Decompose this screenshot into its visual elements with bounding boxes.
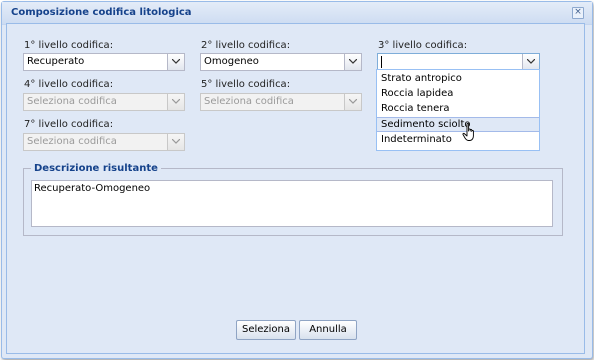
dropdown-option-hovered[interactable]: Sedimento sciolto	[377, 117, 539, 132]
level7-placeholder: Seleziona codifica	[27, 136, 117, 147]
level5-placeholder: Seleziona codifica	[204, 96, 294, 107]
close-icon[interactable]: ×	[572, 7, 584, 19]
level1-value: Recuperato	[27, 56, 85, 67]
dropdown-option[interactable]: Roccia tenera	[377, 102, 539, 117]
description-legend: Descrizione risultante	[31, 163, 161, 174]
chevron-down-icon	[167, 134, 184, 150]
level3-label: 3° livello codifica:	[378, 40, 468, 51]
chevron-down-icon[interactable]	[522, 54, 539, 70]
dialog-title: Composizione codifica litologica	[11, 7, 192, 18]
description-textarea[interactable]: Recuperato-Omogeneo	[31, 180, 553, 227]
text-caret	[381, 56, 382, 68]
level2-label: 2° livello codifica:	[201, 40, 291, 51]
cancel-button[interactable]: Annulla	[299, 320, 357, 340]
level7-combo: Seleziona codifica	[23, 133, 185, 151]
level1-combo[interactable]: Recuperato	[23, 53, 185, 71]
chevron-down-icon[interactable]	[344, 54, 361, 70]
select-button[interactable]: Seleziona	[236, 320, 296, 340]
level4-label: 4° livello codifica:	[24, 79, 114, 90]
chevron-down-icon[interactable]	[167, 54, 184, 70]
level5-label: 5° livello codifica:	[201, 79, 291, 90]
level7-label: 7° livello codifica:	[24, 119, 114, 130]
hand-cursor-icon	[462, 123, 474, 141]
title-bar[interactable]: Composizione codifica litologica ×	[2, 2, 592, 25]
description-value: Recuperato-Omogeneo	[34, 183, 151, 194]
dropdown-option[interactable]: Indeterminato	[377, 133, 539, 148]
chevron-down-icon	[167, 94, 184, 110]
dropdown-option[interactable]: Strato antropico	[377, 72, 539, 87]
level4-combo: Seleziona codifica	[23, 93, 185, 111]
level1-label: 1° livello codifica:	[24, 40, 114, 51]
chevron-down-icon	[344, 94, 361, 110]
level2-combo[interactable]: Omogeneo	[200, 53, 362, 71]
level3-dropdown-list: Strato antropico Roccia lapidea Roccia t…	[376, 69, 540, 151]
level2-value: Omogeneo	[204, 56, 259, 67]
dropdown-option[interactable]: Roccia lapidea	[377, 87, 539, 102]
level4-placeholder: Seleziona codifica	[27, 96, 117, 107]
level5-combo: Seleziona codifica	[200, 93, 362, 111]
